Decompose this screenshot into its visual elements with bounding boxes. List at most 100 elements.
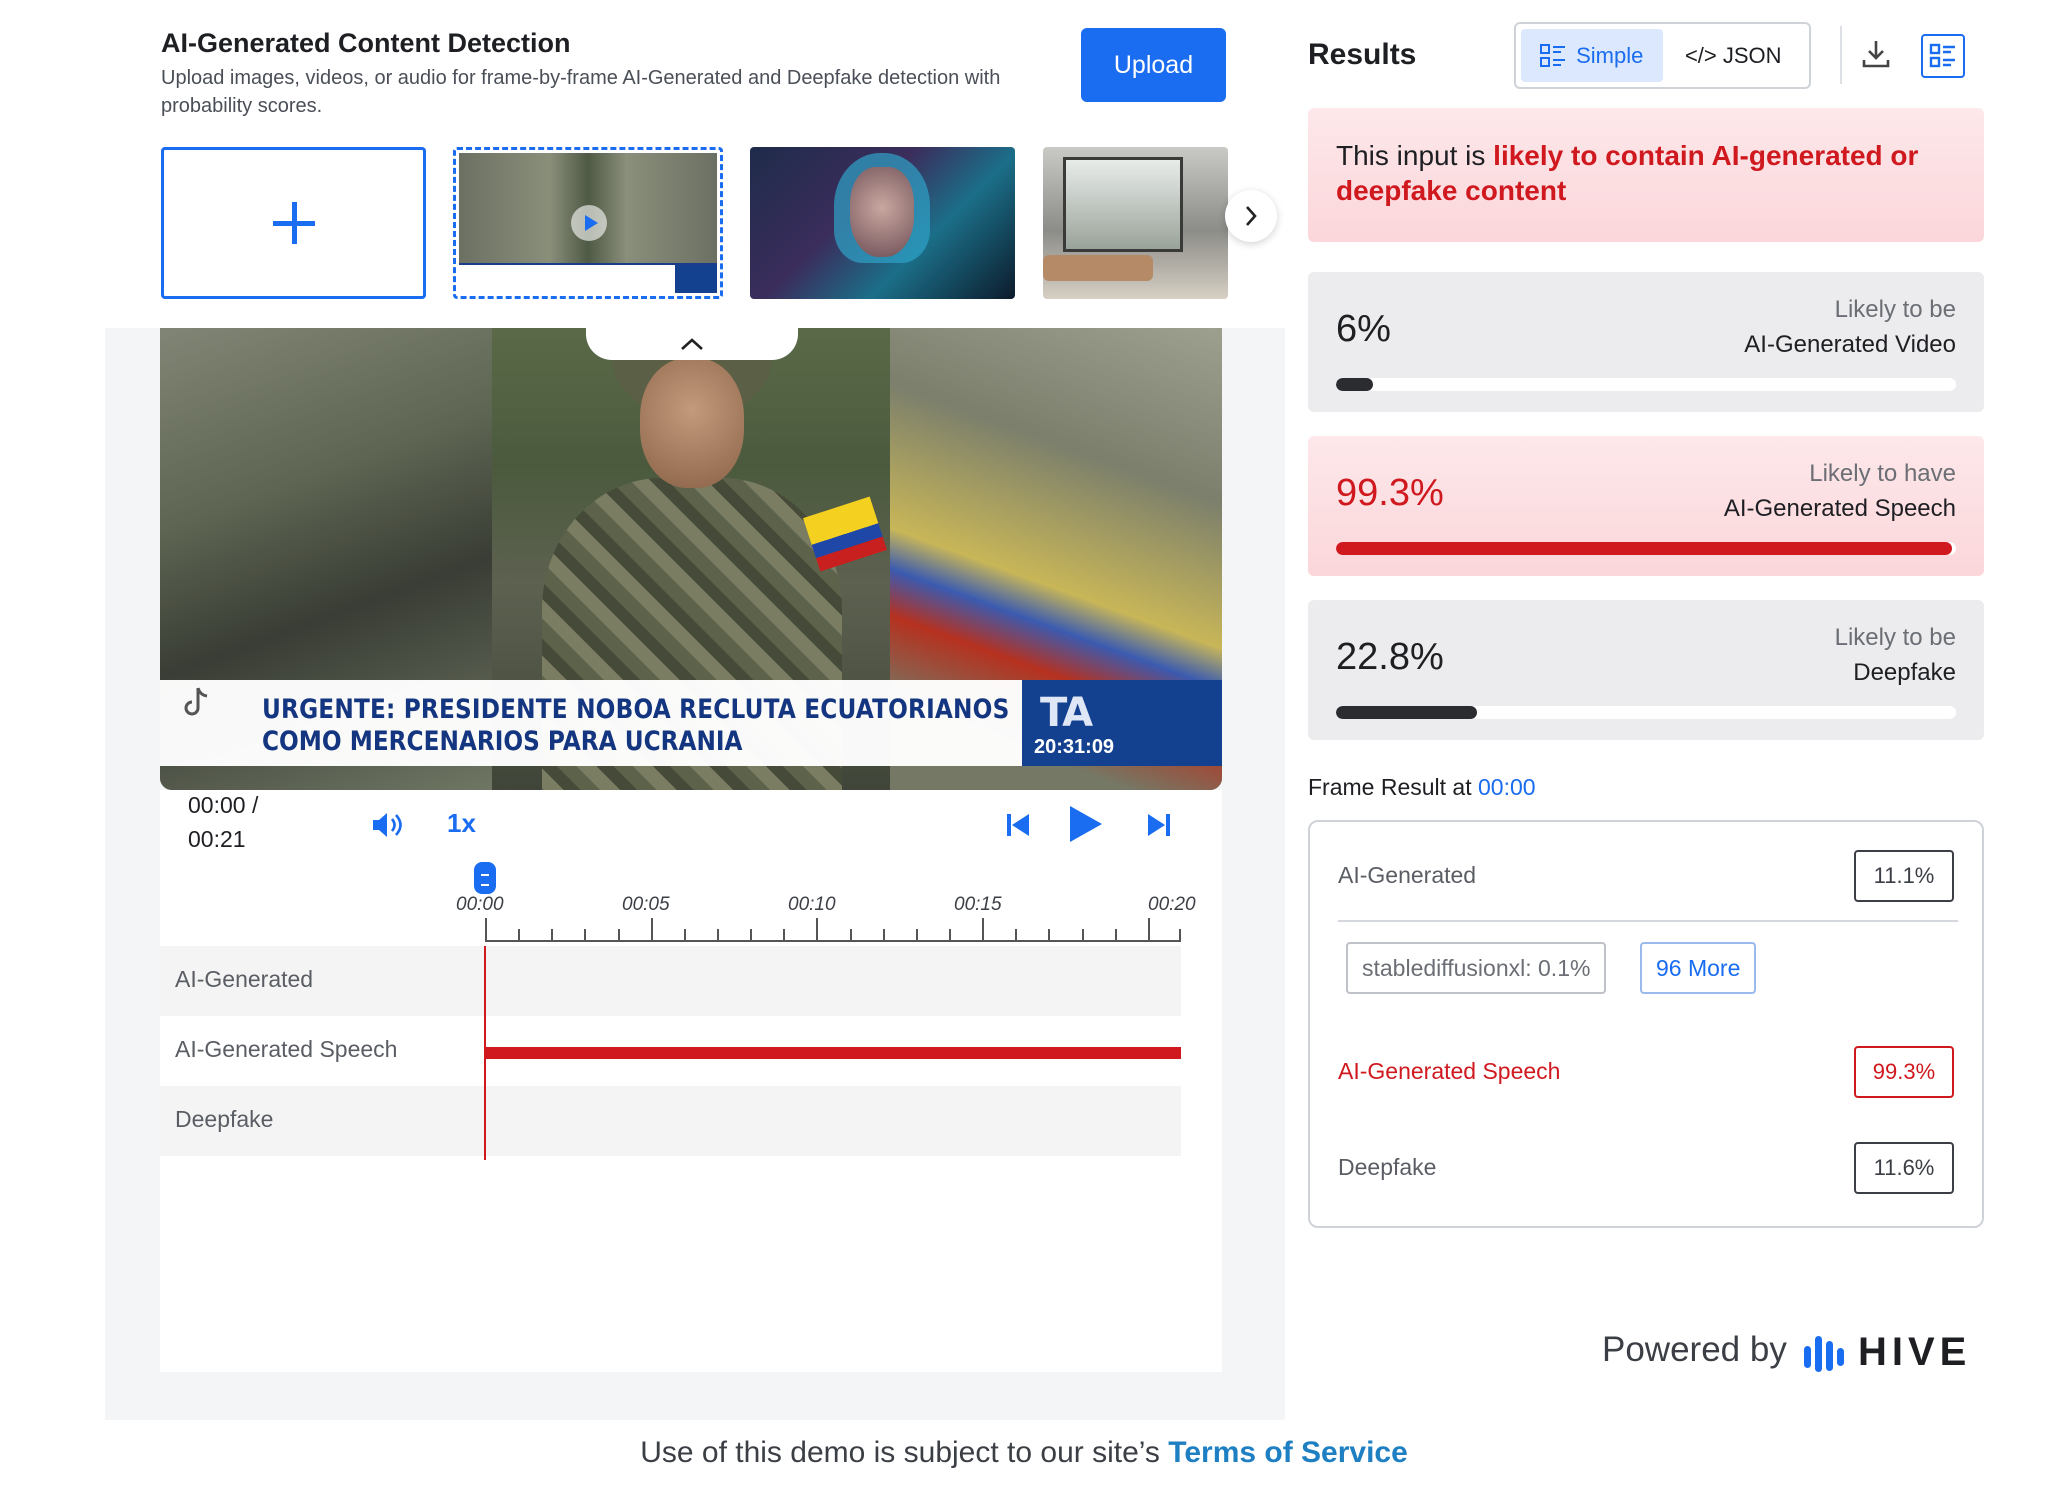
score-bar-fill xyxy=(1336,378,1374,391)
verdict-banner: This input is likely to contain AI-gener… xyxy=(1308,108,1984,242)
ruler-tick xyxy=(816,918,819,940)
news-headline-line1: URGENTE: PRESIDENTE NOBOA RECLUTA ECUATO… xyxy=(262,694,1010,725)
current-time: 00:00 / xyxy=(188,792,259,818)
footer-text: Use of this demo is subject to our site’… xyxy=(640,1436,1169,1469)
skip-next-icon[interactable] xyxy=(1146,812,1172,838)
collapse-thumbnails-button[interactable] xyxy=(586,328,798,360)
score-category: AI-Generated Speech xyxy=(1723,495,1956,522)
news-brand-box: TA 20:31:09 xyxy=(1022,680,1222,766)
ruler-tick xyxy=(1048,929,1051,940)
ruler-tick xyxy=(551,929,554,940)
score-caption: Likely to have xyxy=(1809,460,1956,487)
timeline-ruler[interactable] xyxy=(485,918,1181,942)
score-caption: Likely to be xyxy=(1834,296,1956,323)
ruler-tick xyxy=(1114,929,1117,940)
ruler-tick xyxy=(717,929,719,940)
ruler-tick xyxy=(683,929,686,940)
download-icon[interactable] xyxy=(1860,38,1892,70)
track-label: Deepfake xyxy=(175,1106,274,1132)
score-bar xyxy=(1336,706,1956,719)
ruler-tick xyxy=(982,918,985,940)
score-value: 22.8% xyxy=(1336,636,1444,678)
track-label: AI-Generated xyxy=(175,966,314,992)
tab-simple[interactable]: Simple xyxy=(1521,29,1663,82)
app-root: AI-Generated Content Detection Upload im… xyxy=(0,0,2048,1494)
track-deepfake: Deepfake xyxy=(160,1086,1181,1156)
ruler-tick xyxy=(949,929,951,940)
frame-result-heading: Frame Result at 00:00 xyxy=(1308,774,1536,801)
terms-of-service-link[interactable]: Terms of Service xyxy=(1168,1436,1408,1469)
ruler-tick xyxy=(518,929,521,940)
frame-deepfake-label: Deepfake xyxy=(1338,1154,1437,1180)
ruler-tick xyxy=(1081,929,1084,940)
player-controls: 00:00 / 00:21 1x xyxy=(160,790,1222,860)
score-value: 6% xyxy=(1336,308,1391,350)
track-ai-generated-speech: AI-Generated Speech xyxy=(160,1016,1181,1086)
ruler-tick xyxy=(1179,929,1181,940)
thumbnail-video-selected[interactable] xyxy=(453,147,723,299)
score-card-deepfake: 22.8% Likely to be Deepfake xyxy=(1308,600,1984,740)
ruler-tick xyxy=(915,929,918,940)
track-label: AI-Generated Speech xyxy=(175,1036,398,1062)
score-value: 99.3% xyxy=(1336,472,1444,514)
score-category: AI-Generated Video xyxy=(1744,331,1956,358)
results-title: Results xyxy=(1308,38,1417,71)
tab-json[interactable]: </> JSON xyxy=(1663,29,1805,82)
list-icon xyxy=(1540,43,1566,67)
thumbnail-image xyxy=(459,153,717,293)
news-clock: 20:31:09 xyxy=(1034,736,1115,758)
track-ai-generated: AI-Generated xyxy=(160,946,1181,1016)
frame-speech-value: 99.3% xyxy=(1854,1046,1954,1098)
thumbnail-interior[interactable] xyxy=(1043,147,1228,299)
upload-header: AI-Generated Content Detection Upload im… xyxy=(105,0,1285,328)
playback-speed-button[interactable]: 1x xyxy=(447,808,476,839)
tab-simple-label: Simple xyxy=(1576,42,1644,68)
chevron-right-icon xyxy=(1246,206,1257,226)
ruler-tick xyxy=(650,918,653,940)
ruler-tick xyxy=(1147,918,1150,940)
score-caption: Likely to be xyxy=(1834,624,1956,651)
hive-logo-icon xyxy=(1804,1336,1844,1372)
upload-button[interactable]: Upload xyxy=(1081,28,1226,102)
ruler-tick xyxy=(783,929,786,940)
score-card-ai-video: 6% Likely to be AI-Generated Video xyxy=(1308,272,1984,412)
add-media-tile[interactable] xyxy=(161,147,426,299)
list-view-icon[interactable] xyxy=(1921,34,1965,78)
ruler-tick xyxy=(485,918,487,940)
ruler-tick xyxy=(750,929,753,940)
ruler-tick xyxy=(882,929,885,940)
score-bar xyxy=(1336,378,1956,391)
powered-by-text: Powered by xyxy=(1602,1330,1787,1369)
play-icon xyxy=(571,205,607,241)
score-category: Deepfake xyxy=(1853,659,1956,686)
hive-wordmark: HIVE xyxy=(1858,1330,1972,1374)
news-logo: TA xyxy=(1040,690,1093,736)
score-card-ai-speech: 99.3% Likely to have AI-Generated Speech xyxy=(1308,436,1984,576)
ruler-tick xyxy=(617,929,620,940)
frame-deepfake-value: 11.6% xyxy=(1854,1142,1954,1194)
skip-previous-icon[interactable] xyxy=(1005,812,1031,838)
ruler-tick xyxy=(584,929,587,940)
timeline-playhead xyxy=(484,946,486,1160)
frame-result-title: Frame Result at xyxy=(1308,774,1478,800)
timeline-scrub-handle[interactable] xyxy=(474,862,496,894)
more-models-button[interactable]: 96 More xyxy=(1640,942,1757,994)
volume-icon[interactable] xyxy=(370,810,404,840)
carousel-next-button[interactable] xyxy=(1225,190,1277,242)
view-toggle: Simple </> JSON xyxy=(1514,22,1811,89)
video-player[interactable]: URGENTE: PRESIDENTE NOBOA RECLUTA ECUATO… xyxy=(160,328,1222,790)
tick-label: 00:15 xyxy=(954,894,1002,915)
verdict-prefix: This input is xyxy=(1336,140,1494,171)
total-duration: 00:21 xyxy=(188,826,246,852)
score-bar-fill xyxy=(1336,706,1478,719)
detection-timeline: 00:00 00:05 00:10 00:15 00:20 AI-Generat… xyxy=(160,860,1222,1372)
divider xyxy=(1338,920,1958,922)
news-headline-line2: COMO MERCENARIOS PARA UCRANIA xyxy=(262,726,743,757)
speech-detection-bar xyxy=(485,1047,1181,1059)
tick-label: 00:20 xyxy=(1148,894,1196,915)
frame-speech-label: AI-Generated Speech xyxy=(1338,1058,1561,1084)
play-icon[interactable] xyxy=(1068,804,1104,844)
tick-label: 00:05 xyxy=(622,894,670,915)
thumbnail-portrait[interactable] xyxy=(750,147,1015,299)
page-description: Upload images, videos, or audio for fram… xyxy=(161,67,1001,117)
